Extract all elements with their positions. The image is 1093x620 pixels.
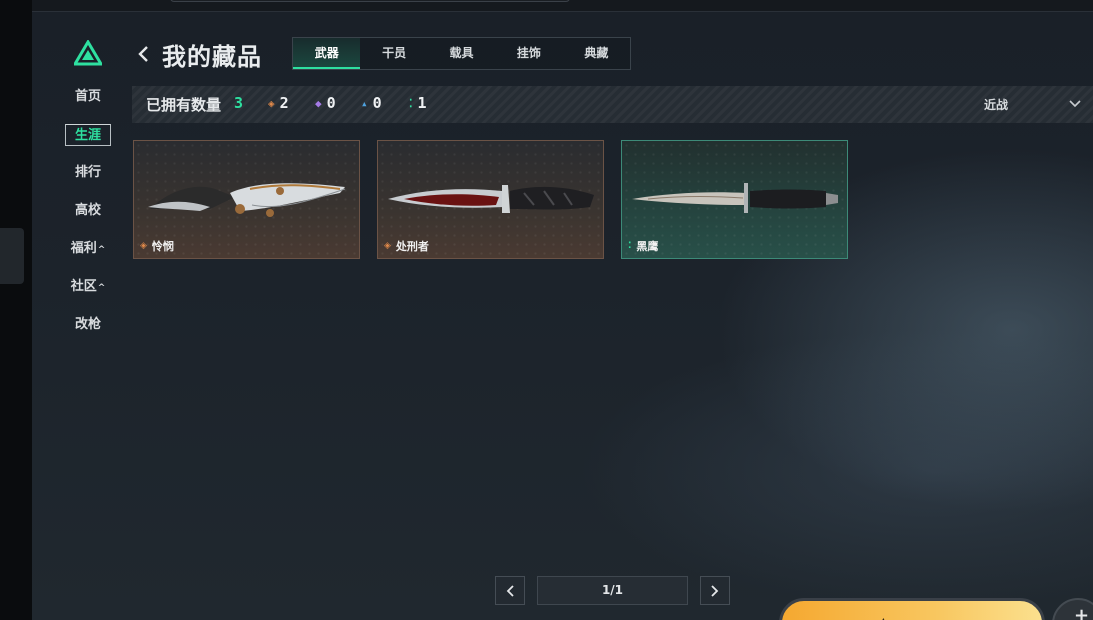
caret-up-icon: ^ [97, 283, 106, 293]
page-title: 我的藏品 [162, 42, 262, 71]
sidebar-item[interactable]: 社区^ [64, 276, 112, 298]
tab[interactable]: 干员 [360, 38, 427, 69]
app-window: 首页 生涯 排行 高校 福利^ 社区^ 改枪 我的藏品 武器 干员 载具 挂饰 典藏 已拥有数量 3… [32, 0, 1093, 620]
orange-diamond-icon: ◈ [140, 241, 147, 251]
black-hawk-knife-image [632, 183, 838, 213]
top-search-field[interactable] [170, 0, 570, 2]
executioner-knife-image [388, 185, 594, 213]
sidebar-item-label: 排行 [74, 165, 101, 180]
caret-up-icon: ^ [97, 245, 106, 255]
sidebar-nav: 首页 生涯 排行 高校 福利^ 社区^ 改枪 [64, 86, 114, 352]
prev-page-button[interactable] [495, 576, 525, 605]
next-page-button[interactable] [700, 576, 730, 605]
rarity-count-value: 1 [417, 94, 427, 112]
chevron-down-icon [1069, 100, 1081, 108]
collapse-handle[interactable] [0, 228, 24, 284]
rarity-count-value: 0 [372, 94, 382, 112]
pagination: 1/1 [495, 576, 730, 605]
item-name: 处刑者 [395, 240, 429, 253]
sidebar-item-label: 高校 [74, 203, 101, 218]
sidebar-item-label: 改枪 [74, 317, 101, 332]
tab[interactable]: 典藏 [563, 38, 630, 69]
item-name-row: ◈ 怜悯 [140, 238, 174, 254]
orange-diamond-icon: ◈ [268, 96, 275, 110]
collection-grid: ◈ 怜悯 ◈ 处刑者 ⁚ 黑鹰 [133, 140, 848, 259]
page-header: 我的藏品 [136, 38, 262, 71]
item-name: 怜悯 [151, 240, 174, 253]
item-name-row: ⁚ 黑鹰 [628, 238, 658, 254]
sidebar-item[interactable]: 首页 [64, 86, 112, 108]
tab[interactable]: 武器 [293, 38, 361, 69]
type-filter-value: 近战 [984, 98, 1009, 112]
owned-stats-bar: 已拥有数量 3 ◈ 2 ◆ 0 ▴ 0 ⁚ 1 近战 [132, 86, 1093, 123]
collection-item-card[interactable]: ⁚ 黑鹰 [621, 140, 848, 259]
start-game-button[interactable]: ▲ [779, 598, 1045, 620]
purple-diamond-icon: ◆ [315, 96, 322, 110]
collection-item-card[interactable]: ◈ 处刑者 [377, 140, 604, 259]
tab[interactable]: 载具 [428, 38, 495, 69]
sidebar-item-label: 生涯 [74, 128, 101, 143]
type-filter-dropdown[interactable]: 近战 [982, 92, 1092, 117]
rarity-count-value: 0 [326, 94, 336, 112]
blue-chevron-icon: ▴ [361, 96, 368, 110]
more-button[interactable]: + [1052, 598, 1093, 620]
category-tabs: 武器 干员 载具 挂饰 典藏 [292, 37, 631, 70]
sidebar-item-label: 首页 [74, 89, 101, 104]
sidebar-item[interactable]: 排行 [64, 162, 112, 184]
sidebar-item[interactable]: 高校 [64, 200, 112, 222]
rarity-count: ◆ 0 [315, 94, 336, 112]
rarity-count-value: 2 [279, 94, 289, 112]
back-button[interactable] [136, 40, 156, 68]
chevron-left-icon [138, 46, 148, 62]
sidebar-item[interactable]: 改枪 [64, 314, 112, 336]
rarity-count: ◈ 2 [268, 94, 289, 112]
sidebar-item[interactable]: 生涯 [65, 124, 111, 146]
sidebar-item-label: 社区 [70, 279, 97, 294]
more-icon: + [1074, 605, 1090, 620]
sidebar-item-label: 福利 [70, 241, 97, 256]
chevron-right-icon [711, 584, 719, 597]
orange-diamond-icon: ◈ [384, 241, 391, 251]
owned-count-total: 3 [234, 94, 244, 112]
sidebar-item[interactable]: 福利^ [64, 238, 112, 260]
item-name-row: ◈ 处刑者 [384, 238, 429, 254]
side-strip [0, 0, 32, 620]
owned-count-label: 已拥有数量 [146, 96, 222, 114]
green-dots-icon: ⁚ [628, 241, 632, 251]
rarity-count: ⁚ 1 [409, 94, 427, 112]
rarity-count: ▴ 0 [361, 94, 382, 112]
page-indicator: 1/1 [537, 576, 688, 605]
chevron-left-icon [506, 584, 514, 597]
app-logo-icon[interactable] [74, 40, 102, 66]
karambit-knife-image [148, 183, 346, 217]
rocket-icon: ▲ [878, 615, 889, 620]
item-name: 黑鹰 [636, 240, 659, 253]
collection-item-card[interactable]: ◈ 怜悯 [133, 140, 360, 259]
tab[interactable]: 挂饰 [495, 38, 562, 69]
green-dots-icon: ⁚ [409, 96, 413, 110]
top-bar [32, 0, 1093, 12]
